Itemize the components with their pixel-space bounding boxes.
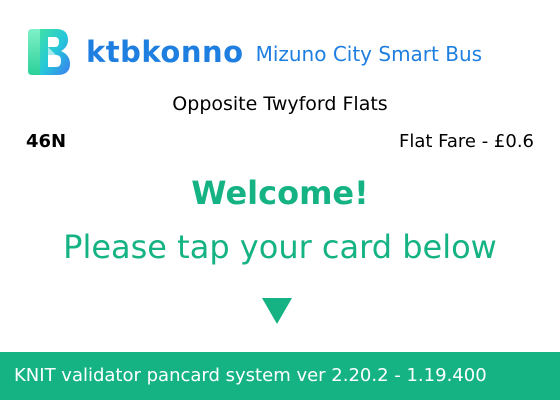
service-name: Mizuno City Smart Bus xyxy=(255,42,483,66)
stop-name: Opposite Twyford Flats xyxy=(172,93,388,115)
tap-card-instruction: Please tap your card below xyxy=(63,228,497,266)
route-number: 46N xyxy=(26,131,67,152)
ktbkonno-logo-icon xyxy=(28,29,70,75)
brand-name: ktbkonno xyxy=(86,35,244,69)
fare-label: Flat Fare - £0.6 xyxy=(399,131,534,152)
version-footer: KNIT validator pancard system ver 2.20.2… xyxy=(0,352,560,400)
header: ktbkonno Mizuno City Smart Bus xyxy=(26,24,482,80)
welcome-heading: Welcome! xyxy=(191,174,369,212)
arrow-down-icon xyxy=(262,298,292,324)
